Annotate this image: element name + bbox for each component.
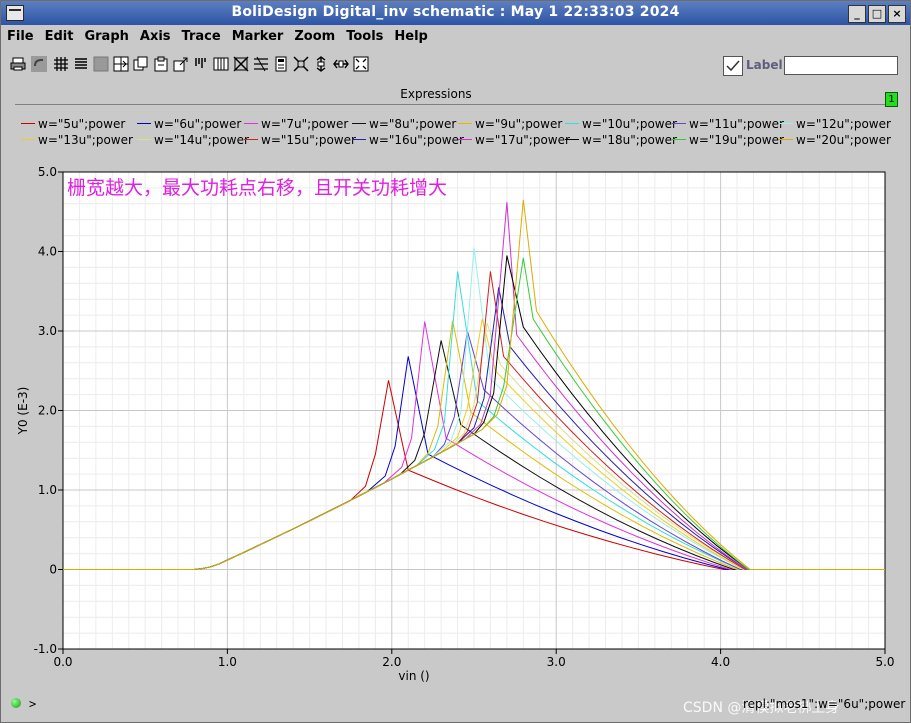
application-window: BoliDesign Digital_inv schematic : May 1… bbox=[0, 0, 911, 723]
command-prompt[interactable]: > bbox=[29, 697, 36, 711]
x-tick-label: 0.0 bbox=[53, 655, 72, 669]
x-axis-label: vin () bbox=[398, 669, 429, 683]
status-expression: repl:"mos1":w="6u";power bbox=[743, 697, 906, 711]
x-tick-label: 4.0 bbox=[711, 655, 730, 669]
x-tick-label: 2.0 bbox=[382, 655, 401, 669]
y-tick-label: -1.0 bbox=[34, 642, 57, 656]
y-tick-label: 1.0 bbox=[38, 483, 57, 497]
status-led-icon bbox=[11, 698, 21, 708]
x-tick-label: 5.0 bbox=[875, 655, 894, 669]
chart-annotation: 栅宽越大，最大功耗点右移，且开关功耗增大 bbox=[67, 177, 447, 199]
x-tick-label: 1.0 bbox=[218, 655, 237, 669]
y-tick-label: 0 bbox=[49, 563, 57, 577]
y-tick-label: 3.0 bbox=[38, 324, 57, 338]
y-axis-label: Y0 (E-3) bbox=[16, 387, 30, 436]
y-tick-label: 5.0 bbox=[38, 165, 57, 179]
line-chart[interactable]: 0.0 1.0 2.0 3.0 4.0 5.0 -1.0 0 1.0 2.0 3.0 4.0 5.0 vi… bbox=[1, 1, 910, 701]
y-tick-label: 4.0 bbox=[38, 245, 57, 259]
x-tick-label: 3.0 bbox=[547, 655, 566, 669]
y-tick-label: 2.0 bbox=[38, 404, 57, 418]
